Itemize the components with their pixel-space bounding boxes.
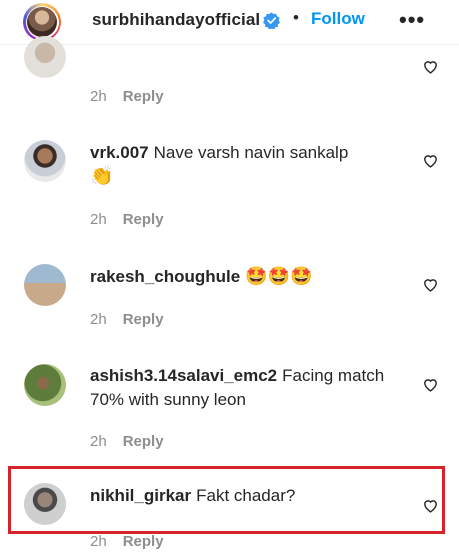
star-eyes-emoji: 🤩🤩🤩	[245, 266, 313, 286]
like-heart-icon[interactable]	[422, 376, 439, 393]
comment-meta: 2h Reply	[90, 88, 164, 105]
reply-button[interactable]: Reply	[123, 533, 164, 550]
comment-time: 2h	[90, 88, 107, 105]
comment-time: 2h	[90, 533, 107, 550]
follow-button[interactable]: Follow	[311, 9, 365, 29]
comment-meta: 2h Reply	[90, 533, 164, 550]
comment-meta: 2h Reply	[90, 433, 164, 450]
comment-text: ashish3.14salavi_emc2 Facing match 70% wi…	[90, 364, 410, 412]
verified-badge-icon	[263, 12, 280, 29]
comment-username[interactable]: vrk.007	[90, 143, 149, 162]
comment-avatar[interactable]	[24, 364, 66, 406]
reply-button[interactable]: Reply	[123, 311, 164, 328]
profile-photo	[27, 7, 57, 37]
comment-time: 2h	[90, 433, 107, 450]
comment-username[interactable]: ashish3.14salavi_emc2	[90, 366, 277, 385]
comment-meta: 2h Reply	[90, 311, 164, 328]
comment-meta: 2h Reply	[90, 211, 164, 228]
clapping-emoji: 👏	[90, 166, 114, 187]
comment-avatar[interactable]	[24, 36, 66, 78]
header-separator: •	[293, 8, 299, 27]
reply-button[interactable]: Reply	[123, 88, 164, 105]
post-header: surbhihandayofficial • Follow •••	[0, 0, 459, 45]
comment-avatar[interactable]	[24, 264, 66, 306]
like-heart-icon[interactable]	[422, 152, 439, 169]
reply-button[interactable]: Reply	[123, 211, 164, 228]
more-options-icon[interactable]: •••	[399, 7, 425, 33]
comment-time: 2h	[90, 311, 107, 328]
comment-text: vrk.007 Nave varsh navin sankalp 👏	[90, 141, 410, 189]
comment-body: Nave varsh navin sankalp	[153, 143, 349, 162]
like-heart-icon[interactable]	[422, 276, 439, 293]
header-username[interactable]: surbhihandayofficial	[92, 10, 260, 30]
comment-avatar[interactable]	[24, 140, 66, 182]
comment-time: 2h	[90, 211, 107, 228]
comment-text: rakesh_choughule 🤩🤩🤩	[90, 264, 410, 289]
reply-button[interactable]: Reply	[123, 433, 164, 450]
comment-username[interactable]: rakesh_choughule	[90, 267, 240, 286]
highlight-box	[8, 466, 445, 534]
like-heart-icon[interactable]	[422, 58, 439, 75]
